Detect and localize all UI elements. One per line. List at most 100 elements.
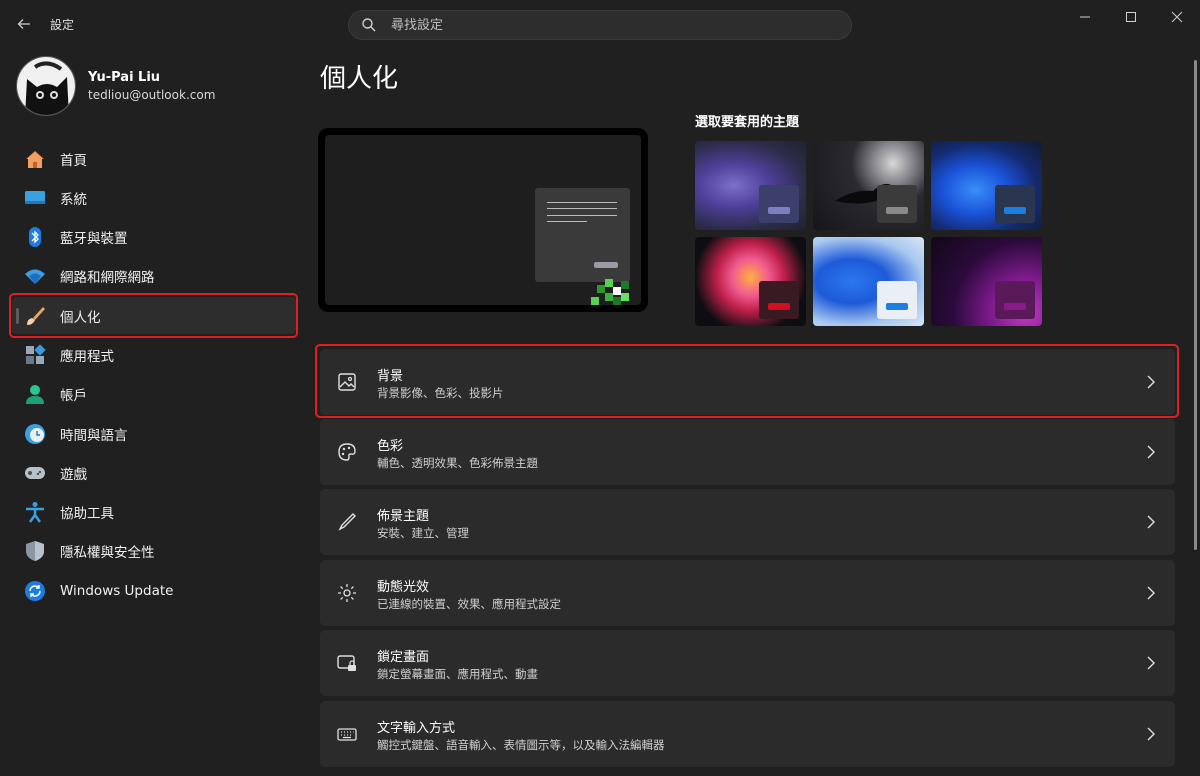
chevron-right-icon <box>1147 515 1155 529</box>
picture-icon <box>338 373 356 391</box>
page-title: 個人化 <box>320 64 399 94</box>
time-language-icon <box>25 423 45 444</box>
sidebar-item-label: 系統 <box>60 191 87 208</box>
theme-preview <box>318 128 648 312</box>
theme-chip <box>759 281 799 319</box>
theme-chip <box>877 281 917 319</box>
sidebar-item-label: 時間與語言 <box>60 427 128 444</box>
theme-chip <box>877 185 917 223</box>
chevron-right-icon <box>1147 656 1155 670</box>
sidebar-item-personalization[interactable]: 個人化 <box>12 297 296 335</box>
accessibility-icon <box>26 502 44 523</box>
sidebar-item-privacy[interactable]: 隱私權與安全性 <box>12 533 296 570</box>
desktop-preview <box>325 135 641 305</box>
card-title: 背景 <box>377 369 404 384</box>
search-icon <box>362 18 376 32</box>
preview-window <box>535 188 630 282</box>
card-title: 動態光效 <box>377 580 430 595</box>
apps-icon <box>26 344 46 364</box>
brush-icon <box>27 306 45 325</box>
lighting-icon <box>338 584 356 602</box>
setting-card-themes[interactable]: 佈景主題 安裝、建立、管理 <box>320 489 1175 555</box>
bluetooth-icon <box>29 227 41 248</box>
sidebar-item-label: 協助工具 <box>60 506 114 523</box>
sidebar-item-label: 個人化 <box>60 309 101 326</box>
sidebar-item-label: 遊戲 <box>60 466 87 483</box>
theme-chip <box>995 185 1035 223</box>
setting-card-lock-screen[interactable]: 鎖定畫面 鎖定螢幕畫面、應用程式、動畫 <box>320 630 1175 696</box>
sidebar-item-gaming[interactable]: 遊戲 <box>12 454 296 491</box>
search-input[interactable] <box>391 17 811 33</box>
shield-icon <box>26 541 44 562</box>
search-box[interactable] <box>348 10 852 40</box>
setting-card-dynamic-lighting[interactable]: 動態光效 已連線的裝置、效果、應用程式設定 <box>320 560 1175 626</box>
theme-tile[interactable] <box>813 237 924 326</box>
back-arrow-icon <box>17 19 30 29</box>
sidebar-item-system[interactable]: 系統 <box>12 179 296 216</box>
theme-tile[interactable] <box>695 237 806 326</box>
user-name: Yu-Pai Liu <box>88 70 161 85</box>
theme-tile[interactable] <box>813 141 924 230</box>
pixel-art-icon <box>591 279 629 305</box>
chevron-right-icon <box>1147 375 1155 389</box>
cat-avatar-icon <box>17 57 75 115</box>
sidebar-nav: 首頁 系統 藍牙與裝置 網路和網際網路 個人化 應用程式 帳戶 時間與語言 遊戲… <box>12 140 296 612</box>
app-title: 設定 <box>50 18 75 32</box>
chevron-right-icon <box>1147 445 1155 459</box>
card-subtitle: 觸控式鍵盤、語音輸入、表情圖示等，以及輸入法編輯器 <box>377 738 665 752</box>
account-icon <box>26 385 44 405</box>
card-subtitle: 安裝、建立、管理 <box>377 526 469 540</box>
sidebar-item-home[interactable]: 首頁 <box>12 140 296 177</box>
sidebar-item-windows-update[interactable]: Windows Update <box>12 572 296 609</box>
theme-chip <box>995 281 1035 319</box>
update-icon <box>25 580 45 601</box>
palette-icon <box>338 443 356 461</box>
scrollbar[interactable] <box>1194 60 1197 550</box>
home-icon <box>26 150 44 168</box>
maximize-button[interactable] <box>1108 0 1154 34</box>
theme-tile[interactable] <box>931 141 1042 230</box>
sidebar-item-label: 隱私權與安全性 <box>60 545 155 562</box>
themes-heading: 選取要套用的主題 <box>695 115 800 130</box>
sidebar-item-apps[interactable]: 應用程式 <box>12 336 296 373</box>
card-subtitle: 輔色、透明效果、色彩佈景主題 <box>377 456 538 470</box>
close-button[interactable] <box>1154 0 1200 34</box>
user-email: tedliou@outlook.com <box>88 88 216 102</box>
theme-tile[interactable] <box>695 141 806 230</box>
sidebar-item-bluetooth[interactable]: 藍牙與裝置 <box>12 219 296 256</box>
back-button[interactable] <box>10 10 38 38</box>
sidebar-item-label: 網路和網際網路 <box>60 270 155 287</box>
setting-card-text-input[interactable]: 文字輸入方式 觸控式鍵盤、語音輸入、表情圖示等，以及輸入法編輯器 <box>320 701 1175 767</box>
card-title: 文字輸入方式 <box>377 721 456 736</box>
gaming-icon <box>25 466 45 479</box>
close-icon <box>1171 11 1183 23</box>
chevron-right-icon <box>1147 727 1155 741</box>
pen-icon <box>338 513 356 531</box>
chevron-right-icon <box>1147 586 1155 600</box>
preview-accent-button <box>594 262 618 268</box>
keyboard-icon <box>337 728 357 741</box>
theme-chip <box>759 185 799 223</box>
sidebar-item-accessibility[interactable]: 協助工具 <box>12 494 296 531</box>
sidebar-item-label: Windows Update <box>60 582 174 599</box>
card-title: 色彩 <box>377 439 404 454</box>
user-profile[interactable]: Yu-Pai Liu tedliou@outlook.com <box>16 56 215 116</box>
avatar <box>16 56 76 116</box>
system-icon <box>25 190 45 204</box>
setting-card-colors[interactable]: 色彩 輔色、透明效果、色彩佈景主題 <box>320 419 1175 485</box>
sidebar-item-time-language[interactable]: 時間與語言 <box>12 415 296 452</box>
sidebar-item-accounts[interactable]: 帳戶 <box>12 376 296 413</box>
minimize-icon <box>1080 16 1090 18</box>
card-title: 佈景主題 <box>377 509 430 524</box>
card-subtitle: 背景影像、色彩、投影片 <box>377 386 504 400</box>
setting-card-background[interactable]: 背景 背景影像、色彩、投影片 <box>320 349 1175 415</box>
card-subtitle: 鎖定螢幕畫面、應用程式、動畫 <box>377 667 538 681</box>
sidebar-item-label: 帳戶 <box>60 388 87 405</box>
theme-tile[interactable] <box>931 237 1042 326</box>
sidebar-item-label: 應用程式 <box>60 348 114 365</box>
sidebar-item-network[interactable]: 網路和網際網路 <box>12 258 296 295</box>
sidebar-item-label: 藍牙與裝置 <box>60 231 128 248</box>
minimize-button[interactable] <box>1062 0 1108 34</box>
lock-screen-icon <box>337 655 356 671</box>
title-bar: 設定 <box>0 0 1200 48</box>
